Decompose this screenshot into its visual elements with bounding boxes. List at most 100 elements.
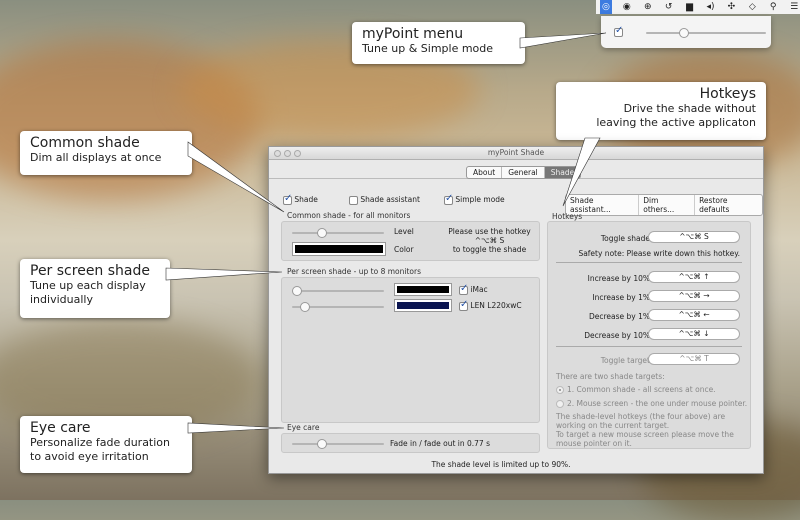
accessibility-icon[interactable]: ⊕ xyxy=(642,2,654,12)
note-text: The shade-level hotkeys (the four above)… xyxy=(556,412,726,430)
hotkey-label: Increase by 1% xyxy=(592,293,650,302)
menu-level-slider[interactable] xyxy=(646,28,766,38)
tab-bar: About General Shade xyxy=(466,166,582,179)
imac-level-slider[interactable] xyxy=(292,286,384,296)
callout-text: Dim all displays at once xyxy=(30,151,162,164)
len-color-well[interactable] xyxy=(394,299,452,312)
callout-text: Drive the shade without xyxy=(623,102,756,115)
decrease-10-hotkey-field[interactable]: ^⌥⌘ ↓ xyxy=(648,328,740,340)
shade-option[interactable]: Shade xyxy=(283,193,318,205)
move-icon[interactable]: ✣ xyxy=(725,2,737,12)
common-shade-heading: Common shade - for all monitors xyxy=(287,211,411,220)
common-level-slider[interactable] xyxy=(292,228,384,238)
callout-title: Per screen shade xyxy=(30,263,150,279)
monitor-name: LEN L220xwC xyxy=(470,301,522,310)
slider-knob[interactable] xyxy=(316,439,327,449)
callout-common-shade: Common shade Dim all displays at once xyxy=(20,131,192,175)
imac-color-well[interactable] xyxy=(394,283,452,296)
radio-label: 2. Mouse screen - the one under mouse po… xyxy=(567,399,748,408)
increase-1-hotkey-field[interactable]: ^⌥⌘ → xyxy=(648,290,740,302)
target-notes: The shade-level hotkeys (the four above)… xyxy=(556,412,746,448)
tab-about[interactable]: About xyxy=(467,167,503,178)
mypoint-menu-popup xyxy=(601,16,771,48)
callout-pointer xyxy=(519,32,607,49)
hotkeys-group: Toggle shade ^⌥⌘ S Safety note: Please w… xyxy=(547,221,751,449)
callout-text: Personalize fade duration xyxy=(30,436,171,449)
monitor-imac[interactable]: iMac xyxy=(459,283,488,295)
hotkey-label: Increase by 10% xyxy=(587,274,650,283)
shade-assistant-checkbox[interactable] xyxy=(349,195,358,205)
toggle-shade-hotkey-field[interactable]: ^⌥⌘ S xyxy=(648,231,740,243)
shade-checkbox[interactable] xyxy=(283,193,292,205)
target-mouse-radio[interactable]: 2. Mouse screen - the one under mouse po… xyxy=(556,399,747,408)
restore-defaults-button[interactable]: Restore defaults xyxy=(695,195,762,215)
tab-general[interactable]: General xyxy=(502,167,545,178)
fade-duration-slider[interactable] xyxy=(292,439,384,449)
callout-hotkeys: Hotkeys Drive the shade without leaving … xyxy=(556,82,766,140)
monitor-len[interactable]: LEN L220xwC xyxy=(459,299,522,311)
toggle-target-hotkey-field[interactable]: ^⌥⌘ T xyxy=(648,353,740,365)
target-icon[interactable]: ◉ xyxy=(621,2,633,12)
callout-title: Hotkeys xyxy=(699,86,756,102)
radio-label: 1. Common shade - all screens at once. xyxy=(567,385,716,394)
len-level-slider[interactable] xyxy=(292,302,384,312)
slider-knob[interactable] xyxy=(316,228,327,238)
close-button[interactable] xyxy=(274,150,281,157)
callout-menu: myPoint menu Tune up & Simple mode xyxy=(352,22,525,64)
callout-text: to avoid eye irritation xyxy=(30,450,149,463)
slider-knob[interactable] xyxy=(292,286,302,296)
list-icon[interactable]: ☰ xyxy=(788,2,800,12)
hint-hotkey: ^⌥⌘ S xyxy=(474,236,505,245)
per-screen-heading: Per screen shade - up to 8 monitors xyxy=(287,267,421,276)
radio-button[interactable] xyxy=(556,400,564,408)
enable-shade-checkbox[interactable] xyxy=(614,25,623,37)
eye-care-group: Fade in / fade out in 0.77 s xyxy=(281,433,540,453)
len-checkbox[interactable] xyxy=(459,299,468,311)
mypoint-shade-window: myPoint Shade About General Shade Shade … xyxy=(268,146,764,474)
callout-pointer xyxy=(165,267,283,281)
color-swatch xyxy=(397,302,449,309)
callout-title: Common shade xyxy=(30,135,140,151)
note-text: To target a new mouse screen please move… xyxy=(556,430,734,448)
window-title: myPoint Shade xyxy=(487,148,545,157)
callout-text: Tune up & Simple mode xyxy=(362,42,494,55)
simple-mode-checkbox[interactable] xyxy=(444,193,453,205)
display-icon[interactable]: ▆ xyxy=(684,2,696,12)
hotkey-label: Decrease by 1% xyxy=(588,312,650,321)
per-screen-group: iMac LEN L220xwC xyxy=(281,277,540,423)
minimize-button[interactable] xyxy=(284,150,291,157)
divider xyxy=(556,262,742,263)
volume-icon[interactable]: ◂) xyxy=(705,2,717,12)
slider-knob[interactable] xyxy=(679,28,689,38)
callout-title: Eye care xyxy=(30,420,91,436)
slider-knob[interactable] xyxy=(300,302,311,312)
hotkey-hint: Please use the hotkey ^⌥⌘ S to toggle th… xyxy=(442,227,537,254)
simple-mode-label: Simple mode xyxy=(455,195,505,204)
spotlight-icon[interactable]: ⚲ xyxy=(767,2,779,12)
zoom-button[interactable] xyxy=(294,150,301,157)
divider xyxy=(556,346,742,347)
wifi-icon[interactable]: ◇ xyxy=(746,2,758,12)
decrease-1-hotkey-field[interactable]: ^⌥⌘ ← xyxy=(648,309,740,321)
tab-shade[interactable]: Shade xyxy=(544,167,581,178)
menu-bar: ◎ ◉ ⊕ ↺ ▆ ◂) ✣ ◇ ⚲ ☰ xyxy=(596,0,800,14)
color-label: Color xyxy=(394,245,414,254)
assistant-option[interactable]: Shade assistant xyxy=(349,195,420,205)
imac-checkbox[interactable] xyxy=(459,283,468,295)
time-machine-icon[interactable]: ↺ xyxy=(663,2,675,12)
increase-10-hotkey-field[interactable]: ^⌥⌘ ↑ xyxy=(648,271,740,283)
fade-duration-text: Fade in / fade out in 0.77 s xyxy=(390,439,490,448)
callout-eye-care: Eye care Personalize fade duration to av… xyxy=(20,416,192,473)
mypoint-icon[interactable]: ◎ xyxy=(600,0,612,14)
radio-button[interactable] xyxy=(556,386,564,394)
hotkeys-heading: Hotkeys xyxy=(552,212,583,221)
target-common-radio[interactable]: 1. Common shade - all screens at once. xyxy=(556,385,716,394)
safety-note: Safety note: Please write down this hotk… xyxy=(578,249,740,258)
simple-mode-option[interactable]: Simple mode xyxy=(444,193,505,205)
dim-others-button[interactable]: Dim others... xyxy=(639,195,696,215)
common-color-well[interactable] xyxy=(292,242,386,256)
callout-title: myPoint menu xyxy=(362,26,464,42)
action-buttons: Shade assistant... Dim others... Restore… xyxy=(565,194,763,216)
shade-assistant-label: Shade assistant xyxy=(360,195,420,204)
level-label: Level xyxy=(394,227,414,236)
